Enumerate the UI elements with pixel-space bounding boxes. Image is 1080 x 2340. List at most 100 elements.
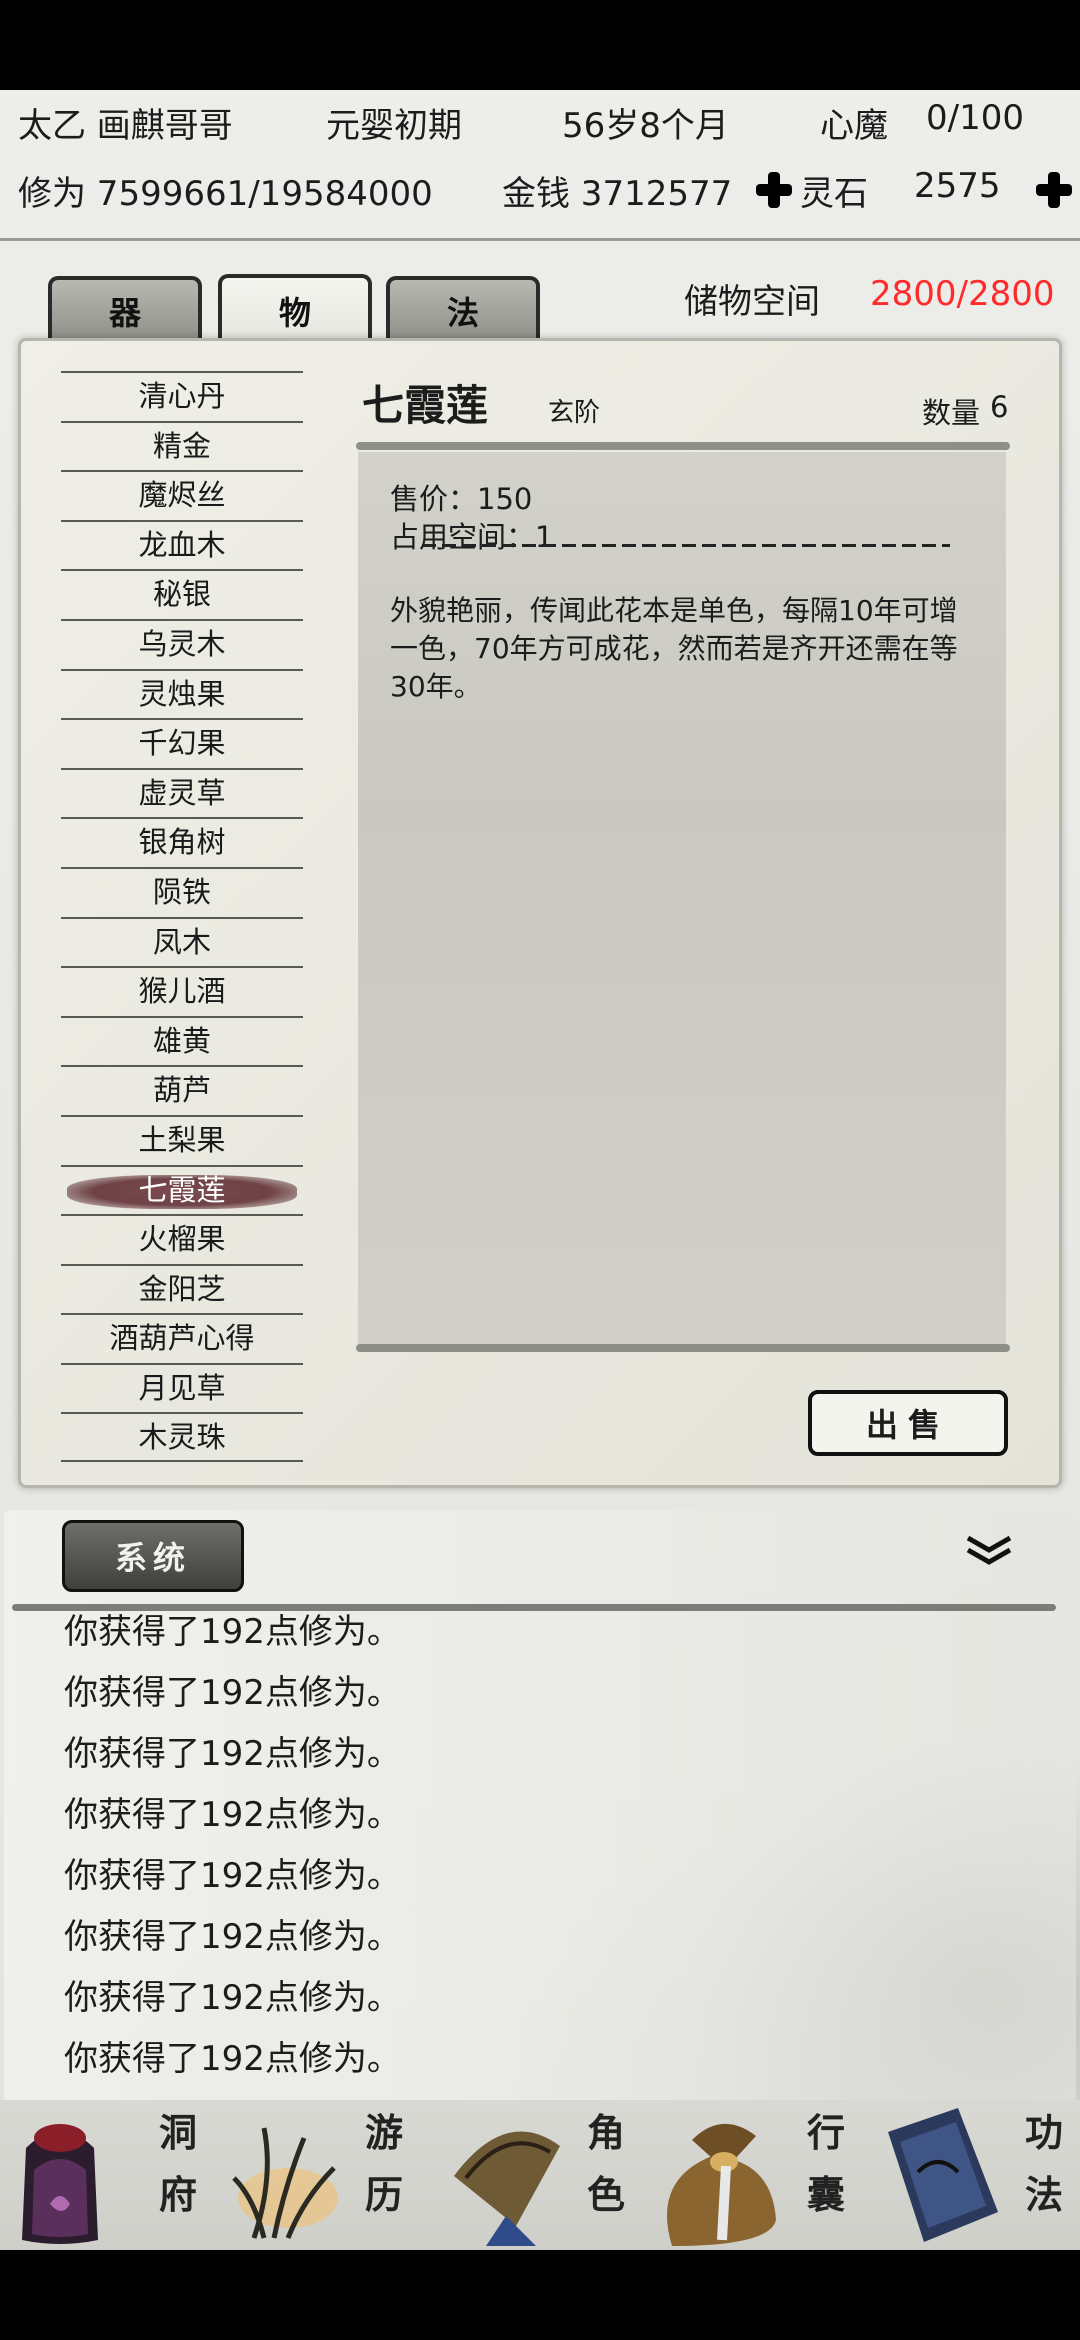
list-item-label: 银角树 [138,825,226,860]
cave-dwelling-icon [22,2124,98,2244]
list-item[interactable]: 酒葫芦心得 [61,1313,303,1363]
sell-button[interactable]: 出售 [808,1390,1008,1456]
nav-bag[interactable]: 行囊 [648,2100,864,2250]
list-item[interactable]: 火榴果 [61,1214,303,1264]
tab-techniques[interactable]: 法 [386,276,540,342]
list-item[interactable]: 葫芦 [61,1065,303,1115]
log-line: 你获得了192点修为。 [64,1734,401,1774]
quantity-value: 6 [990,390,1009,424]
detail-bottom-bar [356,1344,1010,1352]
nav-character[interactable]: 角色 [432,2100,648,2250]
money-value: 金钱 3712577 [502,174,733,214]
list-item-label: 雄黄 [152,1023,211,1058]
travel-grass-icon [232,2127,338,2239]
spirit-stone-label: 灵石 [800,174,868,214]
list-item-label: 精金 [152,428,211,463]
tab-items[interactable]: 物 [218,274,372,344]
nav-label-bag: 行囊 [806,2110,845,2217]
list-item[interactable]: 乌灵木 [61,618,303,669]
list-item-label: 七霞莲 [138,1172,226,1207]
list-item[interactable]: 木灵珠 [61,1412,303,1463]
bag-icon [667,2123,776,2246]
list-item[interactable]: 土梨果 [61,1114,303,1165]
list-item-label: 乌灵木 [138,626,226,661]
nav-label-travel: 游历 [364,2110,403,2217]
add-money-plus-icon[interactable] [756,172,792,208]
nav-travel[interactable]: 游历 [216,2100,432,2250]
list-item-label: 千幻果 [138,726,226,761]
list-item-selected[interactable]: 七霞莲 [61,1164,303,1215]
list-item-label: 木灵珠 [138,1420,226,1455]
collapse-chevron-icon[interactable] [964,1532,1014,1572]
list-item[interactable]: 月见草 [61,1362,303,1413]
quantity-label: 数量 [922,396,981,430]
realm-label: 元婴初期 [326,106,462,146]
list-item-label: 猴儿酒 [138,974,226,1009]
log-line: 你获得了192点修为。 [64,1673,401,1713]
list-item[interactable]: 灵烛果 [61,668,303,719]
list-item[interactable]: 虚灵草 [61,767,303,818]
list-item-label: 陨铁 [152,874,211,909]
list-item-label: 虚灵草 [138,775,226,810]
list-item-label: 龙血木 [138,527,226,562]
log-line: 你获得了192点修为。 [64,2039,401,2079]
scroll-book-icon [888,2108,998,2242]
list-item[interactable]: 凤木 [61,916,303,967]
list-item-label: 月见草 [138,1370,226,1405]
nav-label-dong: 洞府 [158,2110,197,2217]
spirit-stone-value: 2575 [914,166,1001,206]
item-detail-rank: 玄阶 [548,398,601,428]
system-log-tab[interactable]: 系统 [62,1520,244,1592]
list-item[interactable]: 精金 [61,420,303,471]
system-navigation-bar [0,2250,1080,2340]
list-item-label: 土梨果 [138,1122,226,1157]
list-item-label: 葫芦 [152,1073,211,1108]
cultivation-value: 修为 7599661/19584000 [18,174,433,214]
item-price: 售价：150 [390,482,533,516]
list-item-label: 火榴果 [138,1222,226,1257]
list-item[interactable]: 金阳芝 [61,1263,303,1314]
item-space: 占用空间：1 [390,520,554,554]
list-item-label: 清心丹 [138,379,226,413]
add-spirit-stone-plus-icon[interactable] [1036,172,1072,208]
item-list: 清心丹精金魔烬丝龙血木秘银乌灵木灵烛果千幻果虚灵草银角树陨铁凤木猴儿酒雄黄葫芦土… [61,371,303,1463]
list-item[interactable]: 魔烬丝 [61,470,303,520]
log-line: 你获得了192点修为。 [64,1856,401,1896]
heart-demon-label: 心魔 [820,106,888,146]
list-item[interactable]: 雄黄 [61,1015,303,1066]
nav-techniques[interactable]: 功法 [864,2100,1080,2250]
detail-top-bar [356,442,1010,450]
list-item[interactable]: 陨铁 [61,866,303,917]
age-label: 56岁8个月 [562,106,729,146]
list-item-label: 魔烬丝 [138,478,226,513]
nav-label-techniques: 功法 [1024,2110,1063,2217]
list-item[interactable]: 清心丹 [61,371,303,421]
log-line: 你获得了192点修为。 [64,1795,401,1835]
character-hat-icon [454,2131,560,2246]
list-item-label: 秘银 [152,577,211,612]
list-item[interactable]: 猴儿酒 [61,966,303,1016]
dashed-separator [422,544,950,547]
heart-demon-value: 0/100 [926,98,1024,138]
status-divider [0,238,1080,241]
storage-space-label: 储物空间 [684,282,820,322]
storage-space-value: 2800/2800 [870,274,1055,314]
item-detail-body: 售价：150 占用空间：1 外貌艳丽，传闻此花本是单色，每隔10年可增一色，70… [358,452,1006,1346]
player-status-header: 太乙 画麒哥哥 元婴初期 56岁8个月 心魔 0/100 修为 7599661/… [0,90,1080,240]
list-item[interactable]: 银角树 [61,817,303,867]
list-item[interactable]: 千幻果 [61,718,303,768]
list-item[interactable]: 秘银 [61,569,303,619]
tab-equipment[interactable]: 器 [48,276,202,342]
log-line: 你获得了192点修为。 [64,1612,401,1652]
player-name: 太乙 画麒哥哥 [18,106,233,146]
nav-cave-dwelling[interactable]: 洞府 [0,2100,216,2250]
item-detail-name: 七霞莲 [362,381,489,430]
list-item[interactable]: 龙血木 [61,519,303,570]
log-line: 你获得了192点修为。 [64,1978,401,2018]
list-item-label: 灵烛果 [138,676,226,711]
list-item-label: 酒葫芦心得 [109,1321,255,1356]
nav-label-character: 角色 [586,2110,625,2217]
item-detail-header: 七霞莲 玄阶 数量 6 [362,362,1012,442]
item-description: 外貌艳丽，传闻此花本是单色，每隔10年可增一色，70年方可成花，然而若是齐开还需… [390,594,958,703]
list-item-label: 金阳芝 [138,1271,226,1306]
